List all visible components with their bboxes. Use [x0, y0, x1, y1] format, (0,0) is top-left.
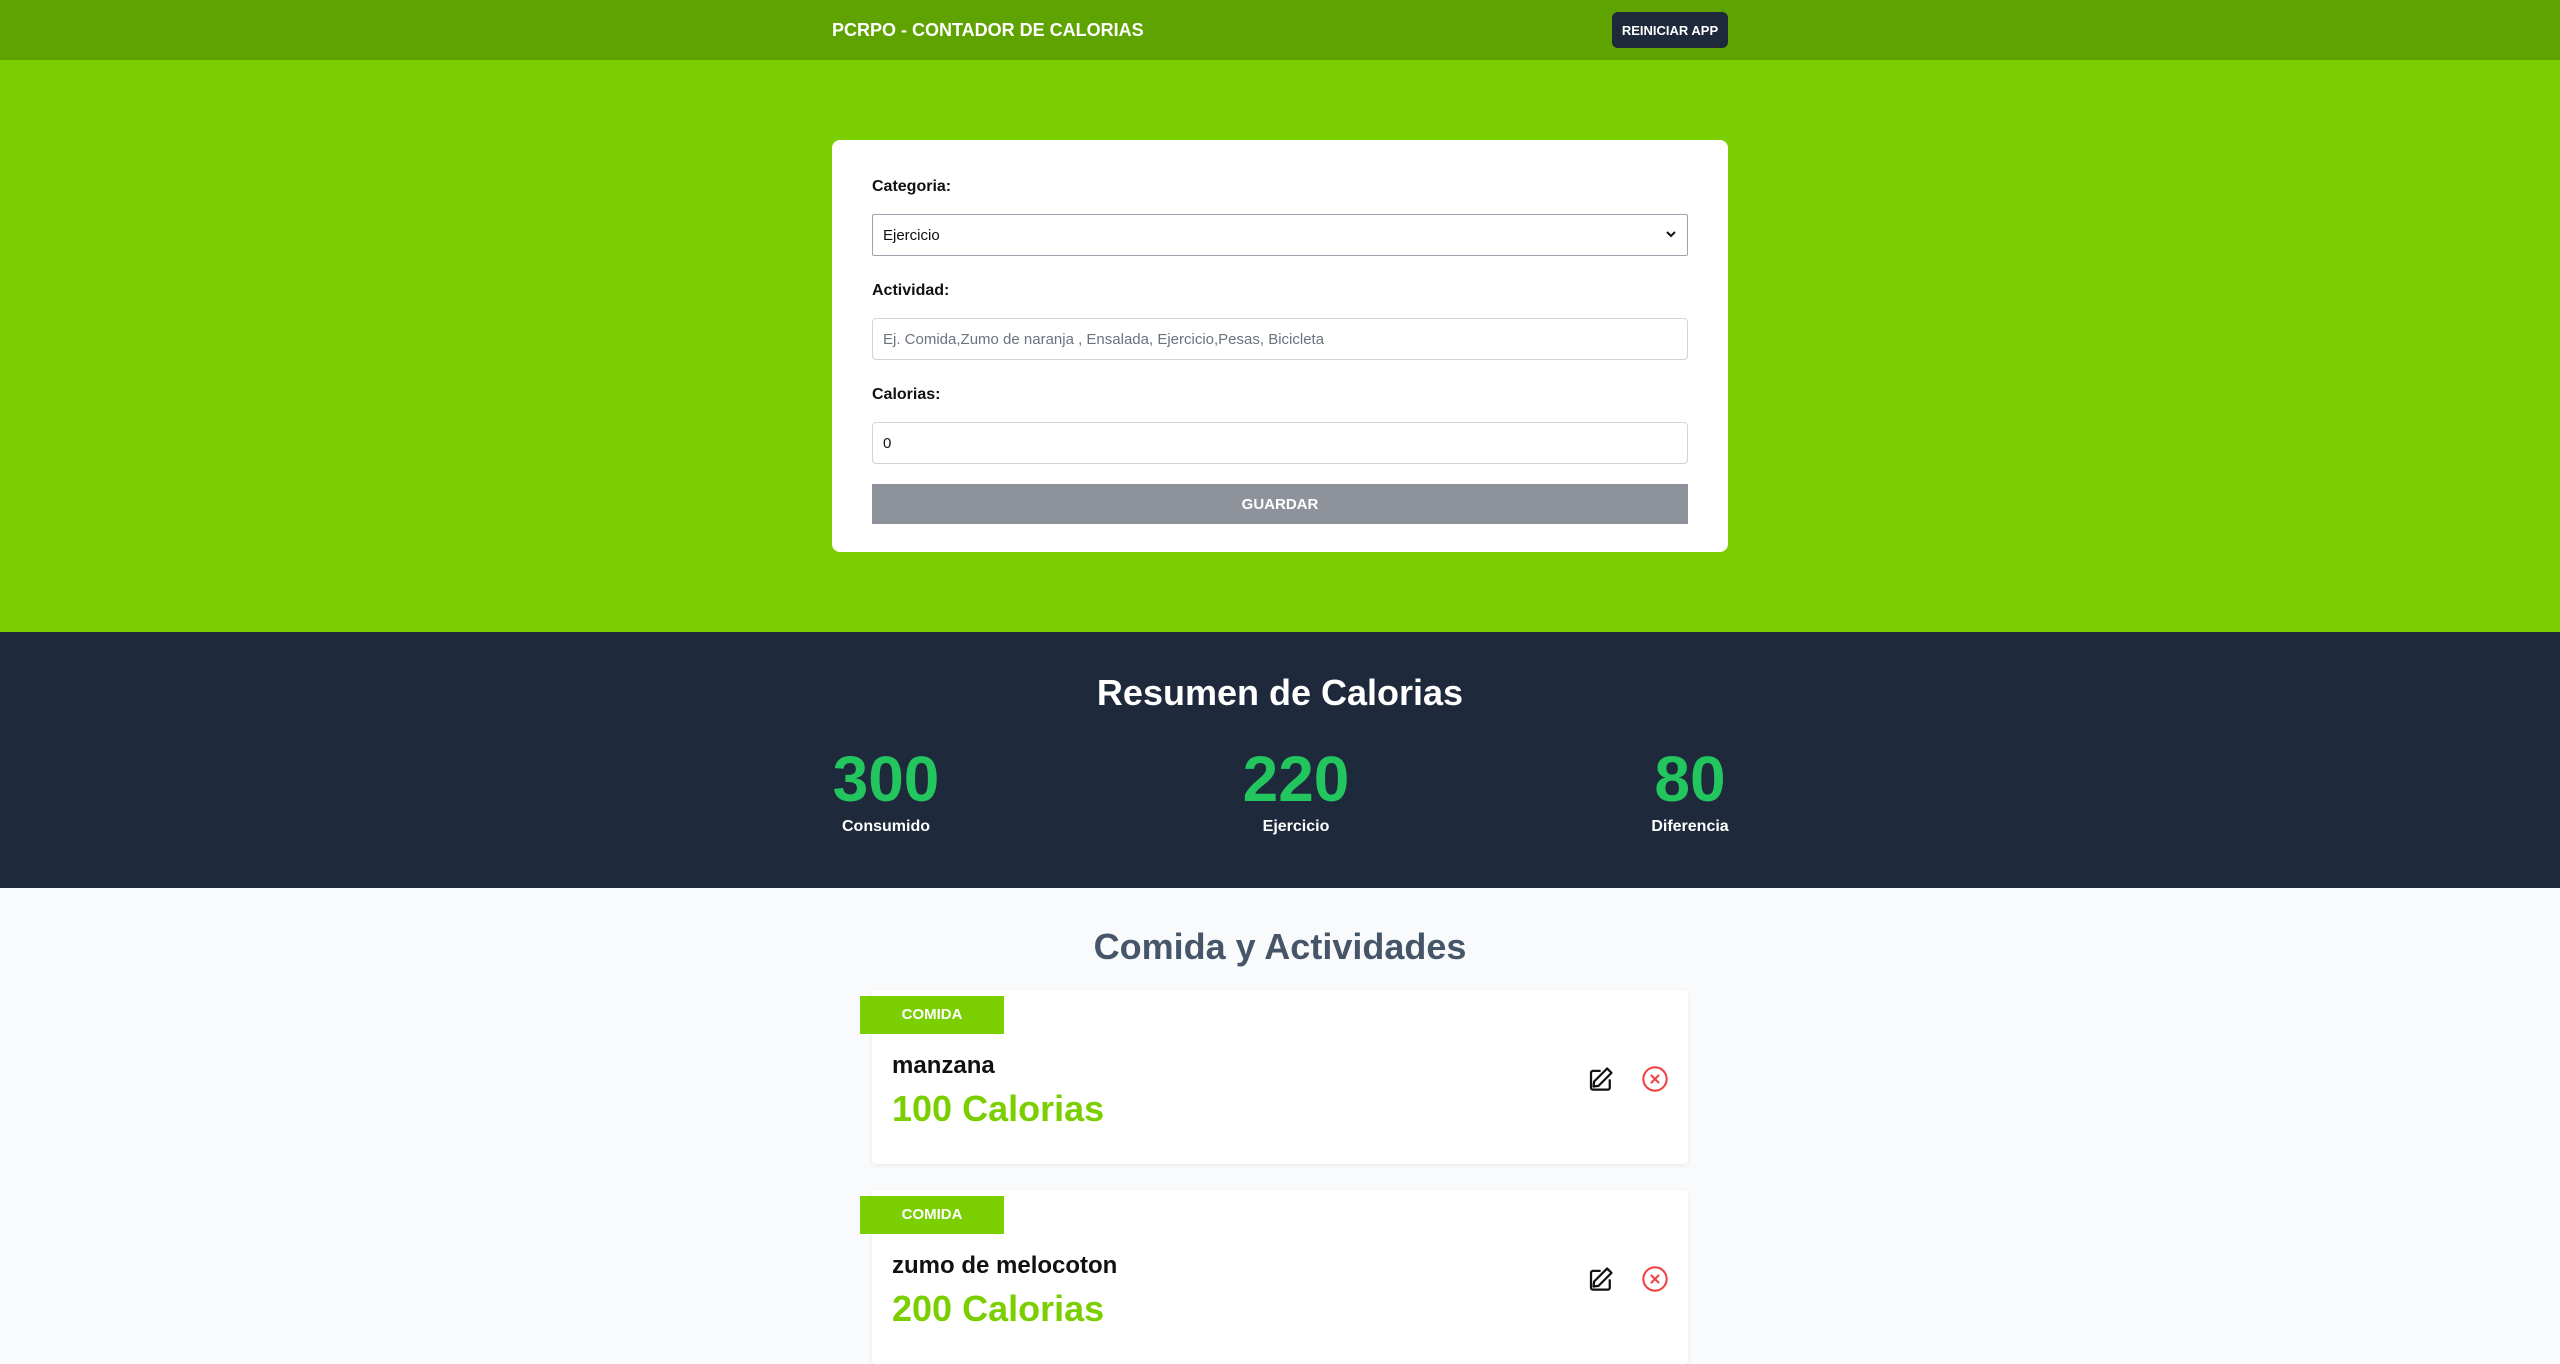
calories-label: Calorias:: [872, 386, 941, 403]
stat-label: Diferencia: [1651, 818, 1729, 835]
stat-value: 300: [832, 743, 940, 815]
stat-exercise: 220 Ejercicio: [1228, 744, 1364, 836]
chevron-down-icon: [1665, 227, 1677, 243]
category-selected-value: Ejercicio: [883, 226, 940, 244]
calories-input[interactable]: 0: [872, 422, 1688, 464]
calorie-summary: Resumen de Calorias 300 Consumido 220 Ej…: [0, 632, 2560, 888]
reset-app-button[interactable]: REINICIAR APP: [1612, 12, 1728, 48]
stat-value: 220: [1242, 743, 1350, 815]
list-item: COMIDA zumo de melocoton 200 Calorias: [860, 1190, 1688, 1364]
item-calories: 200 Calorias: [892, 1288, 1105, 1329]
stat-difference: 80 Diferencia: [1620, 744, 1760, 836]
stat-consumed: 300 Consumido: [818, 744, 954, 836]
list-item: COMIDA manzana 100 Calorias: [860, 990, 1688, 1164]
form-card: Categoria: Ejercicio Actividad: Ej. Comi…: [832, 140, 1728, 552]
edit-icon[interactable]: [1584, 1262, 1618, 1296]
activity-label: Actividad:: [872, 282, 950, 299]
stat-label: Consumido: [842, 818, 930, 835]
category-tag: COMIDA: [860, 1196, 1004, 1234]
edit-icon[interactable]: [1584, 1062, 1618, 1096]
app-title: PCRPO - CONTADOR DE CALORIAS: [832, 20, 1144, 40]
stat-value: 80: [1654, 743, 1726, 815]
calories-value: 0: [883, 434, 892, 452]
summary-title: Resumen de Calorias: [1096, 672, 1464, 713]
item-name: manzana: [892, 1052, 995, 1079]
top-bar: PCRPO - CONTADOR DE CALORIAS REINICIAR A…: [0, 0, 2560, 60]
activity-input[interactable]: Ej. Comida,Zumo de naranja , Ensalada, E…: [872, 318, 1688, 360]
item-name: zumo de melocoton: [892, 1252, 1118, 1279]
delete-icon[interactable]: [1638, 1062, 1672, 1096]
form-section: Categoria: Ejercicio Actividad: Ej. Comi…: [0, 60, 2560, 632]
activity-placeholder: Ej. Comida,Zumo de naranja , Ensalada, E…: [883, 330, 1325, 348]
category-label: Categoria:: [872, 178, 952, 195]
save-button[interactable]: GUARDAR: [872, 484, 1688, 524]
category-select[interactable]: Ejercicio: [872, 214, 1688, 256]
stat-label: Ejercicio: [1262, 818, 1330, 835]
list-title: Comida y Actividades: [1093, 926, 1467, 967]
delete-icon[interactable]: [1638, 1262, 1672, 1296]
category-tag: COMIDA: [860, 996, 1004, 1034]
item-calories: 100 Calorias: [892, 1088, 1105, 1129]
